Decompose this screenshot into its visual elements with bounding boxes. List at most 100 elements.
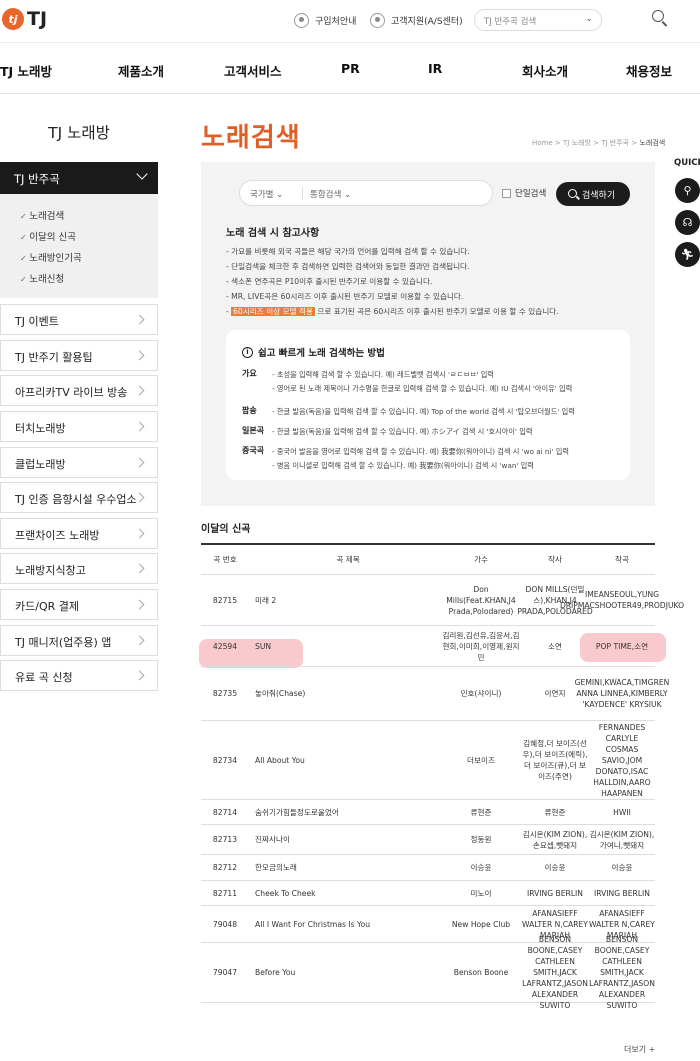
submenu-new-songs[interactable]: 이달의 신곡 [20,231,158,252]
cell-composer: POP TIME,소연 [595,641,649,651]
col-composer: 작곡 [615,555,629,564]
reference-line: - 색소폰 연주곡은 P10이후 출시된 반주기로 이용할 수 있습니다. [226,277,433,286]
cell-composer: BENSON BOONE,CASEY CATHLEEN SMITH,JACK L… [589,935,655,1010]
table-row[interactable]: 82711 Cheek To Cheek 미노이 IRVING BERLIN IRVIN… [201,881,655,906]
reference-line: - 단일검색을 체크한 후 검색하면 입력한 검색어와 동일한 결과만 검색됩니… [226,262,470,271]
cell-number: 82714 [212,807,238,817]
sidebar-item-tips[interactable]: TJ 반주기 활용팁 [0,340,158,371]
col-number: 곡 번호 [213,555,237,564]
top-bar: tj TJ 구입처안내 고객지원(A/S센터) TJ 반주곡 검색 ⌄ [0,0,700,40]
submenu-song-request[interactable]: 노래신청 [20,273,158,294]
info-icon: i [242,346,253,358]
new-songs-table: 곡 번호 곡 제목 가수 작사 작곡 82715 미래 2 Don Mills(Fe… [201,543,685,1010]
logo-mark: tj [2,8,24,30]
nav-products[interactable]: 제품소개 [118,61,164,80]
nav-company[interactable]: 회사소개 [522,61,568,80]
cell-composer: GEMINI,KWACA,TIMGREN ANNA LINNEA,KIMBERL… [574,678,670,709]
search-button[interactable]: 검색하기 [556,182,630,206]
sidebar-active-label: TJ 반주곡 [14,172,60,186]
cell-artist: 류현준 [470,807,492,817]
store-locator-link[interactable]: 구입처안내 [294,13,356,28]
sidebar-item-certified[interactable]: TJ 인증 음향시설 우수업소 [0,482,158,513]
checkbox-icon[interactable] [502,188,511,198]
reference-title: 노래 검색 시 참고사항 [226,228,320,239]
breadcrumb-home[interactable]: Home [532,139,553,147]
table-row[interactable]: 79047 Before You Benson Boone BENSON BOONE,… [201,935,655,1010]
cell-artist: 민호(샤이니) [460,689,502,698]
sidebar-item-knowledge[interactable]: 노래방지식창고 [0,553,158,584]
headset-icon[interactable]: ☊ [675,210,700,235]
cell-artist: 미노이 [470,888,492,898]
cell-artist: 이승윤 [470,863,492,872]
tips-box: i 쉽고 빠르게 노래 검색하는 방법 가요 - 초성을 입력해 검색 할 수 … [226,330,630,480]
cell-composer: IMEANSEOUL,YUNG DRIPMACSHOOTER49,PRODJUK… [559,590,685,610]
table-row[interactable]: 82714 숨쉬기가힘들정도로울었어 류현준 류현준 HWII [201,800,655,825]
chevron-down-icon: ⌄ [585,14,593,24]
cell-number: 79048 [212,919,238,929]
nav-tj-noraebang[interactable]: TJ 노래방 [0,61,52,80]
breadcrumb-songs[interactable]: TJ 반주곡 [601,139,629,147]
table-row[interactable]: 82734 All About You 더보이즈 김혜정,더 보이즈(선우),더 보이… [201,721,655,800]
cell-lyricist: BENSON BOONE,CASEY CATHLEEN SMITH,JACK L… [522,935,588,1010]
sidebar-item-manager-app[interactable]: TJ 매니저(업주용) 앱 [0,625,158,656]
cell-title: Cheek To Cheek [255,888,316,898]
submenu-song-search[interactable]: 노래검색 [20,210,158,231]
breadcrumb-noraebang[interactable]: TJ 노래방 [563,139,591,147]
cell-number: 79047 [212,968,238,977]
table-row[interactable]: 82715 미래 2 Don Mills(Feat.KHAN,J4 Prada,Po… [201,575,685,626]
single-search-checkbox[interactable]: 단일검색 [502,187,546,199]
submenu-popular-songs[interactable]: 노래방인기곡 [20,252,158,273]
model-badge: 60시리즈 이상 모델 적용 [231,307,315,316]
cell-composer: 김시온(KIM ZION),가여니,뻿돼지 [589,829,655,850]
reference-line: - 가요를 비롯해 외국 곡들은 해당 국가의 언어를 입력해 검색 할 수 있… [226,247,470,256]
sidebar-item-events[interactable]: TJ 이벤트 [0,304,158,335]
cell-number: 82715 [212,595,238,605]
chevron-down-icon [136,168,148,180]
logo[interactable]: tj TJ [2,8,47,30]
cell-title: 놓아줘(Chase) [255,689,306,698]
cell-artist: Don Mills(Feat.KHAN,J4 Prada,Polodared) [446,584,516,616]
country-select[interactable]: 국가별 ⌄ [250,188,283,200]
cell-title: 미래 2 [255,595,277,605]
table-row[interactable]: 42594 SUN 김리원,김선유,김윤서,김현희,이미희,이영제,원지민 소연 POP… [201,626,655,667]
cell-number: 82711 [212,888,238,898]
main-nav: TJ 노래방 제품소개 고객서비스 PR IR 회사소개 채용정보 [0,42,700,94]
breadcrumb: Home > TJ 노래방 > TJ 반주곡 > 노래검색 [532,139,666,147]
sidebar-title: TJ 노래방 [48,124,110,142]
cell-lyricist: 김시온(KIM ZION),손요셉,뻿돼지 [522,829,588,850]
sidebar-item-payment[interactable]: 카드/QR 결제 [0,589,158,620]
sidebar-item-afreecatv[interactable]: 아프리카TV 라이브 방송 [0,375,158,406]
cell-title: All I Want For Christmas Is You [255,919,371,929]
support-link[interactable]: 고객지원(A/S센터) [370,13,463,28]
search-icon[interactable] [652,10,664,22]
store-locator-label: 구입처안내 [315,17,357,27]
cell-title: 한모금의노래 [255,863,297,872]
cell-artist: 정동원 [470,835,492,844]
cell-title: 숨쉬기가힘들정도로울었어 [255,807,339,817]
nav-pr[interactable]: PR [341,61,360,76]
single-search-label: 단일검색 [515,189,547,199]
reference-line: - MR, LIVE곡은 60시리즈 이후 출시된 반주기 모델로 이용할 수 … [226,292,464,301]
sidebar-item-franchise[interactable]: 프랜차이즈 노래방 [0,518,158,549]
sidebar-item-paid-request[interactable]: 유료 곡 신청 [0,660,158,691]
tips-title: i 쉽고 빠르게 노래 검색하는 방법 [242,345,385,359]
table-row[interactable]: 82735 놓아줘(Chase) 민호(샤이니) 이연지 GEMINI,KWACA,TI… [201,667,670,721]
sidebar-item-tj-songs[interactable]: TJ 반주곡 [0,162,158,194]
nav-ir[interactable]: IR [428,61,442,76]
sidebar-item-touch[interactable]: 터치노래방 [0,411,158,442]
table-row[interactable]: 82713 진짜사나이 정동원 김시온(KIM ZION),손요셉,뻿돼지 김시온(KI… [201,825,655,855]
search-icon[interactable]: ⚲ [675,178,700,203]
nav-customer-service[interactable]: 고객서비스 [224,61,282,80]
run-icon[interactable]: 🏃︎ [675,242,700,267]
cell-title: SUN [255,641,272,651]
song-search-select[interactable]: TJ 반주곡 검색 ⌄ [474,9,602,31]
cell-composer: IRVING BERLIN [594,888,650,898]
search-type-select[interactable]: 통합검색 ⌄ [310,188,351,200]
nav-careers[interactable]: 채용정보 [626,61,672,80]
more-link[interactable]: 더보기 + [624,1044,655,1055]
cell-lyricist: 소연 [548,641,562,651]
sidebar-item-club[interactable]: 클럽노래방 [0,447,158,478]
reference-line: - 60시리즈 이상 모델 적용 으로 표기된 곡은 60시리즈 이후 출시된 … [226,307,559,316]
table-row[interactable]: 82712 한모금의노래 이승윤 이승윤 이승윤 [201,855,655,881]
search-bar[interactable]: 국가별 ⌄ 통합검색 ⌄ [239,180,493,206]
